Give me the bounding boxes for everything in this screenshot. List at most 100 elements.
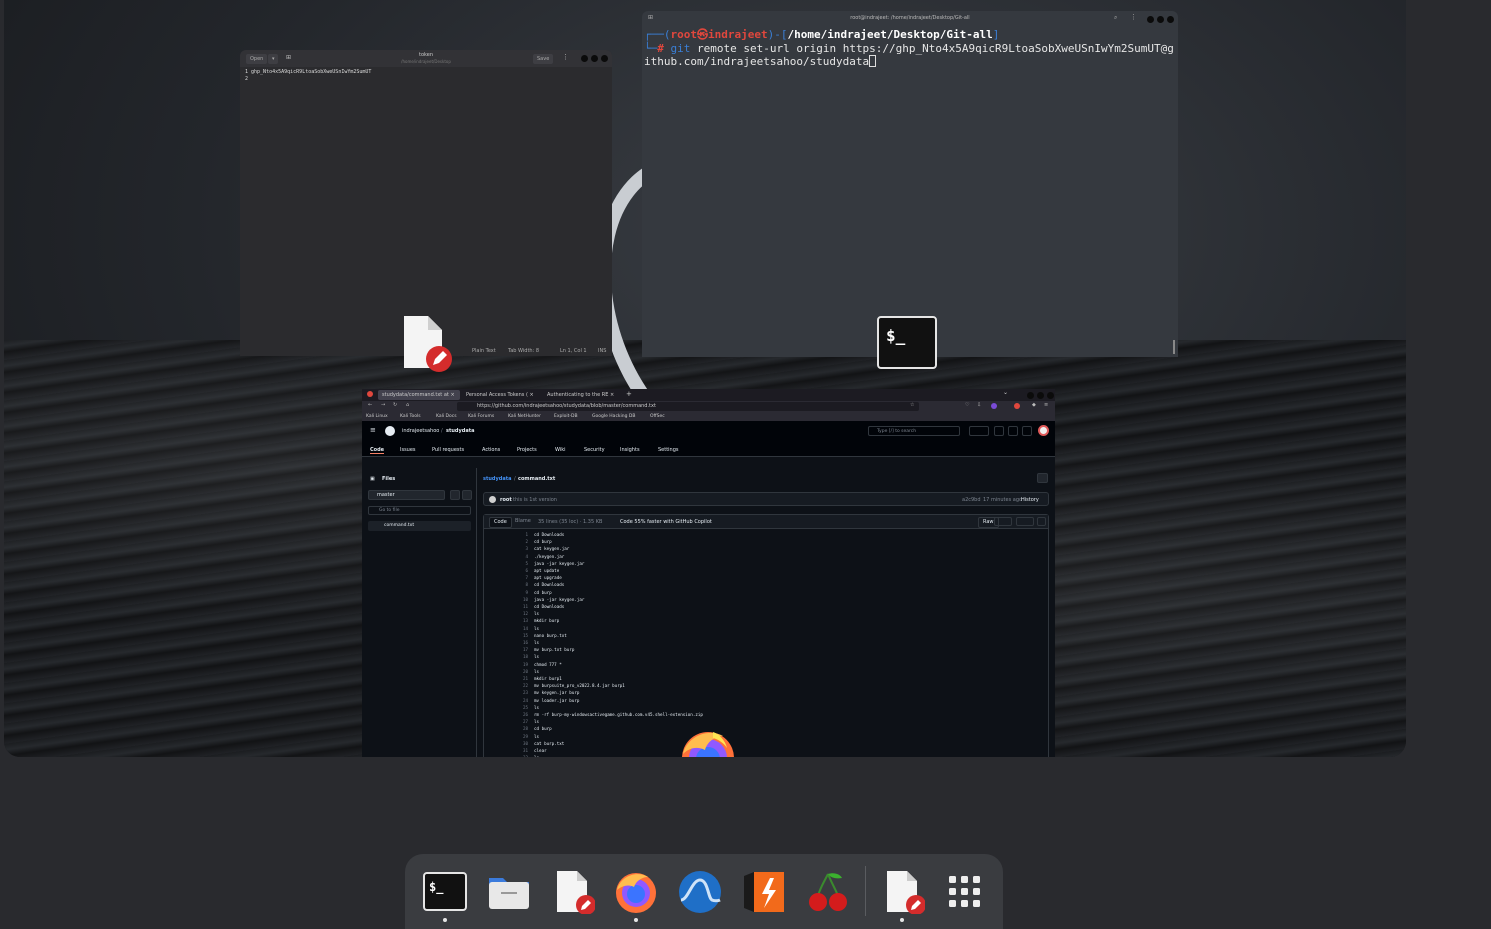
window-controls[interactable]	[1147, 16, 1174, 23]
tab-width-selector[interactable]: Tab Width: 8	[508, 348, 539, 354]
bookmark-kali-docs[interactable]: Kali Docs	[436, 414, 457, 419]
dock-text-editor[interactable]	[551, 870, 596, 915]
dock-files[interactable]	[487, 870, 531, 914]
issues-icon[interactable]	[994, 426, 1004, 436]
dock-firefox[interactable]	[614, 870, 658, 914]
bookmark-exploit-db[interactable]: Exploit-DB	[554, 414, 578, 419]
line-number[interactable]: 7	[484, 575, 528, 580]
line-number[interactable]: 26	[484, 712, 528, 717]
search-files-button[interactable]	[462, 490, 472, 500]
tab-insights[interactable]: Insights	[620, 447, 640, 453]
tab-authenticating[interactable]: Authenticating to the RE ×	[543, 390, 621, 400]
breadcrumb-repo-link[interactable]: studydata	[483, 476, 511, 482]
commit-author[interactable]: root	[500, 497, 512, 503]
dock-burpsuite[interactable]	[742, 870, 786, 914]
line-number[interactable]: 21	[484, 676, 528, 681]
add-file-button[interactable]	[450, 490, 460, 500]
sidebar-toggle-icon[interactable]: ▣	[370, 476, 375, 482]
window-controls[interactable]	[581, 55, 608, 62]
extension-icon[interactable]	[1014, 403, 1020, 409]
hamburger-menu-icon[interactable]: ≡	[1044, 402, 1048, 408]
chevron-down-icon[interactable]: ⌄	[1003, 389, 1008, 396]
text-editor-window[interactable]: Open ▾ ⊞ token /home/indrajeet/Desktop S…	[240, 50, 612, 356]
line-number[interactable]: 3	[484, 546, 528, 551]
line-number[interactable]: 19	[484, 662, 528, 667]
line-number[interactable]: 9	[484, 590, 528, 595]
tab-pull-requests[interactable]: Pull requests	[432, 447, 464, 453]
search-icon[interactable]: ⌕	[1114, 14, 1117, 22]
new-tab-button[interactable]: +	[626, 390, 632, 398]
tab-personal-access-tokens[interactable]: Personal Access Tokens ( ×	[462, 390, 540, 400]
line-number[interactable]: 30	[484, 741, 528, 746]
forward-icon[interactable]: →	[381, 402, 385, 408]
text-editor-window-icon[interactable]	[400, 314, 456, 374]
downloads-icon[interactable]: ⇩	[977, 402, 981, 408]
line-number[interactable]: 22	[484, 683, 528, 688]
reload-icon[interactable]: ↻	[393, 402, 397, 408]
tab-security[interactable]: Security	[584, 447, 605, 453]
bookmark-star-icon[interactable]: ☆	[910, 402, 914, 408]
line-number[interactable]: 8	[484, 582, 528, 587]
create-new-button[interactable]	[969, 426, 989, 436]
line-number[interactable]: 17	[484, 647, 528, 652]
search-input[interactable]: Type [/] to search	[868, 426, 960, 436]
line-number[interactable]: 25	[484, 705, 528, 710]
repo-owner-link[interactable]: indrajeetsahoo	[402, 428, 439, 434]
back-icon[interactable]: ←	[368, 402, 372, 408]
line-number[interactable]: 15	[484, 633, 528, 638]
line-number[interactable]: 13	[484, 618, 528, 623]
bookmark-offsec[interactable]: OffSec	[650, 414, 665, 419]
bookmark-ghdb[interactable]: Google Hacking DB	[592, 414, 635, 419]
line-number[interactable]: 24	[484, 698, 528, 703]
line-number[interactable]: 5	[484, 561, 528, 566]
tab-settings[interactable]: Settings	[658, 447, 679, 453]
tab-studydata[interactable]: studydata/command.txt at ×	[378, 390, 460, 400]
line-number[interactable]: 6	[484, 568, 528, 573]
tab-code[interactable]: Code	[370, 447, 385, 454]
bookmark-kali-nethunter[interactable]: Kali NetHunter	[508, 414, 541, 419]
bookmark-kali-forums[interactable]: Kali Forums	[468, 414, 494, 419]
avatar[interactable]	[1038, 425, 1049, 436]
code-lines[interactable]: 1 cd Downloads 2 cd burp 3 cat keygen.jar 4 ./k…	[484, 532, 1048, 757]
more-options-button[interactable]	[1037, 473, 1048, 483]
copy-download-buttons[interactable]	[994, 517, 1012, 526]
tab-wiki[interactable]: Wiki	[555, 447, 566, 453]
terminal-output[interactable]: ┌──(root㉿indrajeet)-[/home/indrajeet/Des…	[642, 28, 1178, 69]
tab-issues[interactable]: Issues	[400, 447, 416, 453]
branch-selector[interactable]: master	[368, 490, 445, 500]
edit-button[interactable]	[1016, 517, 1034, 526]
repo-name-link[interactable]: studydata	[446, 428, 474, 434]
commit-message[interactable]: this is 1st version	[513, 497, 557, 503]
close-icon[interactable]: ×	[610, 392, 614, 398]
line-number[interactable]: 23	[484, 690, 528, 695]
bookmark-kali-linux[interactable]: Kali Linux	[366, 414, 388, 419]
syntax-selector[interactable]: Plain Text	[472, 348, 496, 354]
home-icon[interactable]: ⌂	[406, 402, 409, 408]
firefox-window-icon[interactable]	[677, 726, 739, 757]
line-number[interactable]: 20	[484, 669, 528, 674]
pocket-icon[interactable]: ♡	[965, 402, 969, 408]
line-number[interactable]: 1	[484, 532, 528, 537]
file-tree-item[interactable]: command.txt	[368, 521, 471, 531]
dock-terminal[interactable]: $_	[423, 870, 467, 914]
line-number[interactable]: 29	[484, 734, 528, 739]
bookmark-kali-tools[interactable]: Kali Tools	[400, 414, 421, 419]
commit-hash[interactable]: a2c9bd	[962, 497, 981, 503]
line-number[interactable]: 14	[484, 626, 528, 631]
line-number[interactable]: 12	[484, 611, 528, 616]
close-icon[interactable]: ×	[530, 392, 534, 398]
github-logo-icon[interactable]	[385, 426, 395, 436]
scrollbar[interactable]	[1173, 340, 1175, 354]
line-number[interactable]: 27	[484, 719, 528, 724]
line-number[interactable]: 2	[484, 539, 528, 544]
firefox-window[interactable]: studydata/command.txt at × Personal Acce…	[362, 389, 1055, 757]
dock-app-grid[interactable]	[943, 870, 987, 914]
editor-text-area[interactable]: 1 ghp_Nto4x5A9qicR9LtoaSobXweUSnIwYm2Sum…	[240, 67, 612, 85]
line-number[interactable]: 4	[484, 554, 528, 559]
line-number[interactable]: 18	[484, 654, 528, 659]
terminal-window-icon[interactable]: $_	[877, 316, 939, 370]
notifications-icon[interactable]	[1022, 426, 1032, 436]
line-number[interactable]: 11	[484, 604, 528, 609]
menu-icon[interactable]: ⋮	[1130, 13, 1137, 21]
dock-text-editor-running[interactable]	[881, 870, 926, 915]
